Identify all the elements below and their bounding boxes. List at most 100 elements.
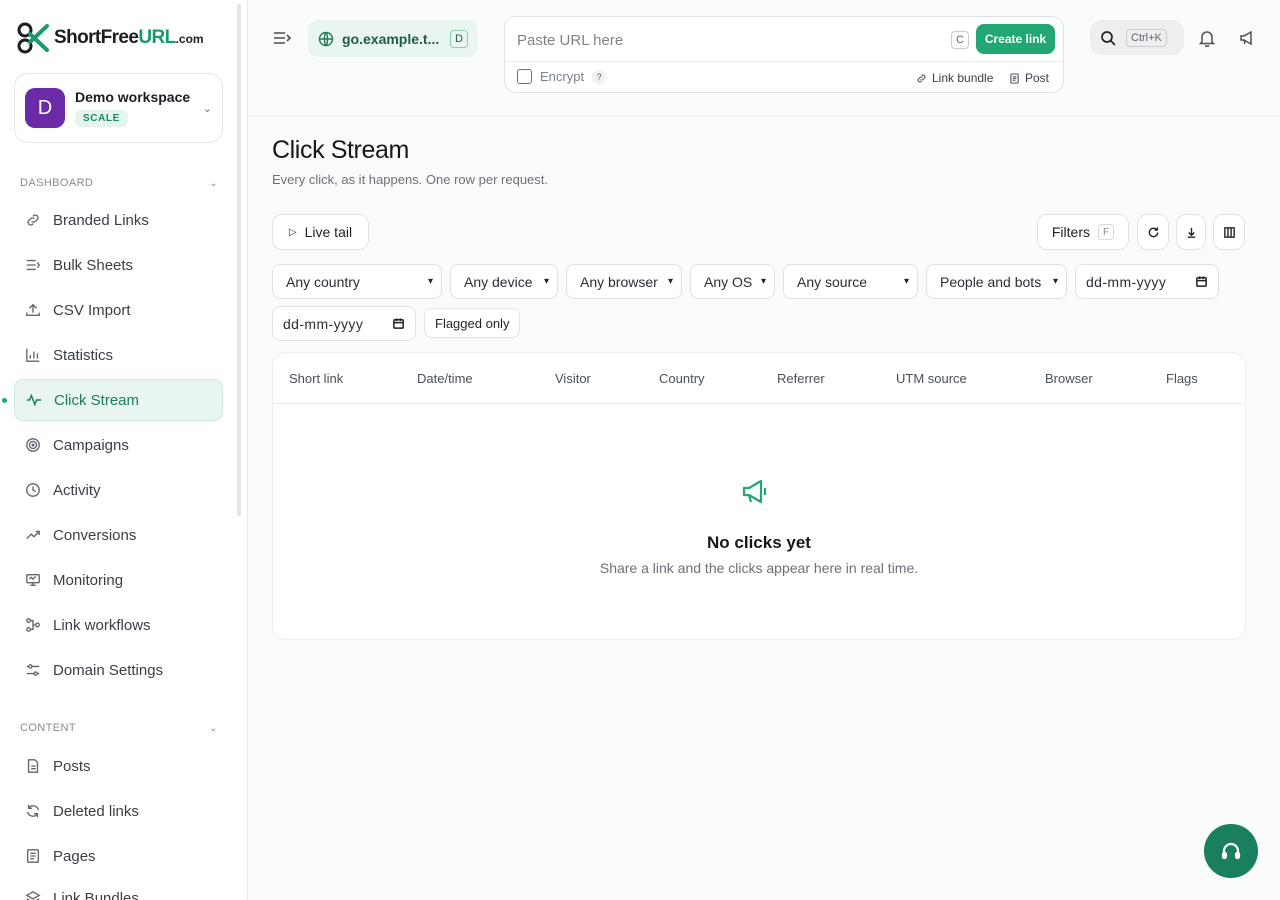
- chevron-down-icon: ⌄: [209, 177, 218, 189]
- workspace-avatar: D: [25, 88, 65, 128]
- device-filter[interactable]: Any device ▾: [450, 264, 558, 299]
- chevron-down-icon: ▾: [543, 276, 549, 287]
- date-to-placeholder: dd-mm-yyyy: [283, 315, 364, 332]
- os-filter[interactable]: Any OS ▾: [690, 264, 775, 299]
- sidebar-item-statistics[interactable]: Statistics: [14, 334, 223, 376]
- date-from-input[interactable]: dd-mm-yyyy: [1075, 264, 1219, 299]
- plan-badge: SCALE: [75, 110, 128, 127]
- chevron-down-icon: ▾: [760, 276, 766, 287]
- page-icon: [24, 847, 42, 865]
- document-icon: [1010, 72, 1019, 84]
- date-to-input[interactable]: dd-mm-yyyy: [272, 306, 416, 341]
- column-flags[interactable]: Flags: [1166, 371, 1198, 386]
- megaphone-icon: [742, 479, 767, 504]
- column-short-link[interactable]: Short link: [289, 371, 343, 386]
- encrypt-checkbox[interactable]: [517, 69, 532, 84]
- live-tail-button[interactable]: ▷ Live tail: [272, 214, 369, 250]
- columns-icon: [1223, 226, 1235, 238]
- sidebar-item-label: Click Stream: [54, 391, 140, 409]
- sidebar-item-deleted-links[interactable]: Deleted links: [14, 790, 223, 832]
- sidebar-item-posts[interactable]: Posts: [14, 745, 223, 787]
- sidebar-item-label: Link workflows: [53, 616, 151, 634]
- post-button[interactable]: Post: [1009, 71, 1049, 85]
- upload-icon: [24, 301, 42, 319]
- sidebar-item-domain-settings[interactable]: Domain Settings: [14, 649, 223, 691]
- column-country[interactable]: Country: [659, 371, 705, 386]
- chevron-down-icon: ▾: [903, 276, 909, 287]
- column-referrer[interactable]: Referrer: [777, 371, 825, 386]
- create-link-button[interactable]: Create link: [976, 24, 1055, 54]
- link-bundle-button[interactable]: Link bundle: [916, 71, 993, 85]
- sidebar-item-activity[interactable]: Activity: [14, 469, 223, 511]
- sidebar-item-label: Deleted links: [53, 802, 139, 820]
- play-icon: ▷: [288, 226, 297, 238]
- encrypt-option[interactable]: Encrypt ?: [517, 69, 607, 84]
- columns-button[interactable]: [1213, 214, 1245, 250]
- link-bundle-label: Link bundle: [932, 71, 994, 85]
- column-utm-source[interactable]: UTM source: [896, 371, 967, 386]
- section-dashboard[interactable]: DASHBOARD ⌄: [20, 177, 218, 189]
- calendar-icon: [393, 318, 404, 329]
- sidebar-item-link-workflows[interactable]: Link workflows: [14, 604, 223, 646]
- url-input[interactable]: [517, 27, 947, 53]
- workspace-name: Demo workspace: [75, 89, 191, 105]
- refresh-icon: [24, 802, 42, 820]
- country-filter[interactable]: Any country ▾: [272, 264, 442, 299]
- browser-filter-value: Any browser: [580, 273, 658, 290]
- source-filter[interactable]: Any source ▾: [783, 264, 918, 299]
- chevron-down-icon: ▾: [427, 276, 433, 287]
- search-button[interactable]: Ctrl+K: [1090, 20, 1184, 55]
- column-browser[interactable]: Browser: [1045, 371, 1093, 386]
- scissors-logo-icon: [17, 22, 49, 54]
- sidebar-item-conversions[interactable]: Conversions: [14, 514, 223, 556]
- column-date-time[interactable]: Date/time: [417, 371, 473, 386]
- pulse-icon: [25, 391, 43, 409]
- sidebar-item-bulk-sheets[interactable]: Bulk Sheets: [14, 244, 223, 286]
- sidebar-item-label: Activity: [53, 481, 101, 499]
- collapse-sidebar-icon[interactable]: [272, 28, 292, 48]
- workspace-switcher[interactable]: D Demo workspace SCALE ⌄: [14, 73, 223, 143]
- megaphone-icon[interactable]: [1238, 29, 1256, 47]
- sidebar-item-pages[interactable]: Pages: [14, 835, 223, 877]
- chevron-down-icon: ▾: [667, 276, 673, 287]
- column-visitor[interactable]: Visitor: [555, 371, 591, 386]
- brand-name: ShortFreeURL.com: [54, 27, 204, 48]
- bell-icon[interactable]: [1198, 29, 1216, 47]
- sidebar-item-link-bundles[interactable]: Link Bundles: [14, 877, 223, 900]
- table-header: Short link Date/time Visitor Country Ref…: [273, 353, 1245, 404]
- search-shortcut: Ctrl+K: [1126, 28, 1167, 47]
- clock-icon: [24, 481, 42, 499]
- sidebar-item-click-stream[interactable]: Click Stream: [14, 379, 223, 421]
- active-indicator: [2, 398, 7, 403]
- url-shortcut: C: [951, 31, 969, 49]
- section-content[interactable]: CONTENT ⌄: [20, 722, 218, 734]
- sidebar-item-label: CSV Import: [53, 301, 131, 319]
- help-icon[interactable]: ?: [592, 69, 607, 84]
- brand-logo[interactable]: ShortFreeURL.com: [16, 20, 204, 56]
- domain-selector[interactable]: go.example.t... D: [308, 20, 478, 57]
- traffic-type-filter[interactable]: People and bots ▾: [926, 264, 1067, 299]
- support-chat-button[interactable]: [1204, 824, 1258, 878]
- filters-button[interactable]: Filters F: [1037, 214, 1129, 250]
- refresh-button[interactable]: [1137, 214, 1169, 250]
- layers-icon: [24, 889, 42, 900]
- document-icon: [24, 757, 42, 775]
- sidebar-item-monitoring[interactable]: Monitoring: [14, 559, 223, 601]
- date-from-placeholder: dd-mm-yyyy: [1086, 273, 1167, 290]
- empty-state-title: No clicks yet: [707, 533, 811, 552]
- empty-state-subtitle: Share a link and the clicks appear here …: [599, 560, 919, 576]
- sidebar-scrollbar[interactable]: [237, 4, 241, 516]
- sidebar: ShortFreeURL.com D Demo workspace SCALE …: [0, 0, 248, 900]
- browser-filter[interactable]: Any browser ▾: [566, 264, 682, 299]
- sidebar-item-label: Monitoring: [53, 571, 124, 589]
- sidebar-item-campaigns[interactable]: Campaigns: [14, 424, 223, 466]
- top-header: go.example.t... D C Create link Encrypt …: [248, 0, 1280, 116]
- section-content-label: CONTENT: [20, 722, 76, 734]
- sidebar-item-branded-links[interactable]: Branded Links: [14, 199, 223, 241]
- sidebar-item-csv-import[interactable]: CSV Import: [14, 289, 223, 331]
- download-button[interactable]: [1176, 214, 1206, 250]
- encrypt-label: Encrypt: [540, 69, 585, 84]
- filters-label: Filters: [1051, 224, 1090, 240]
- flagged-only-toggle[interactable]: Flagged only: [424, 308, 521, 338]
- workflow-icon: [24, 616, 42, 634]
